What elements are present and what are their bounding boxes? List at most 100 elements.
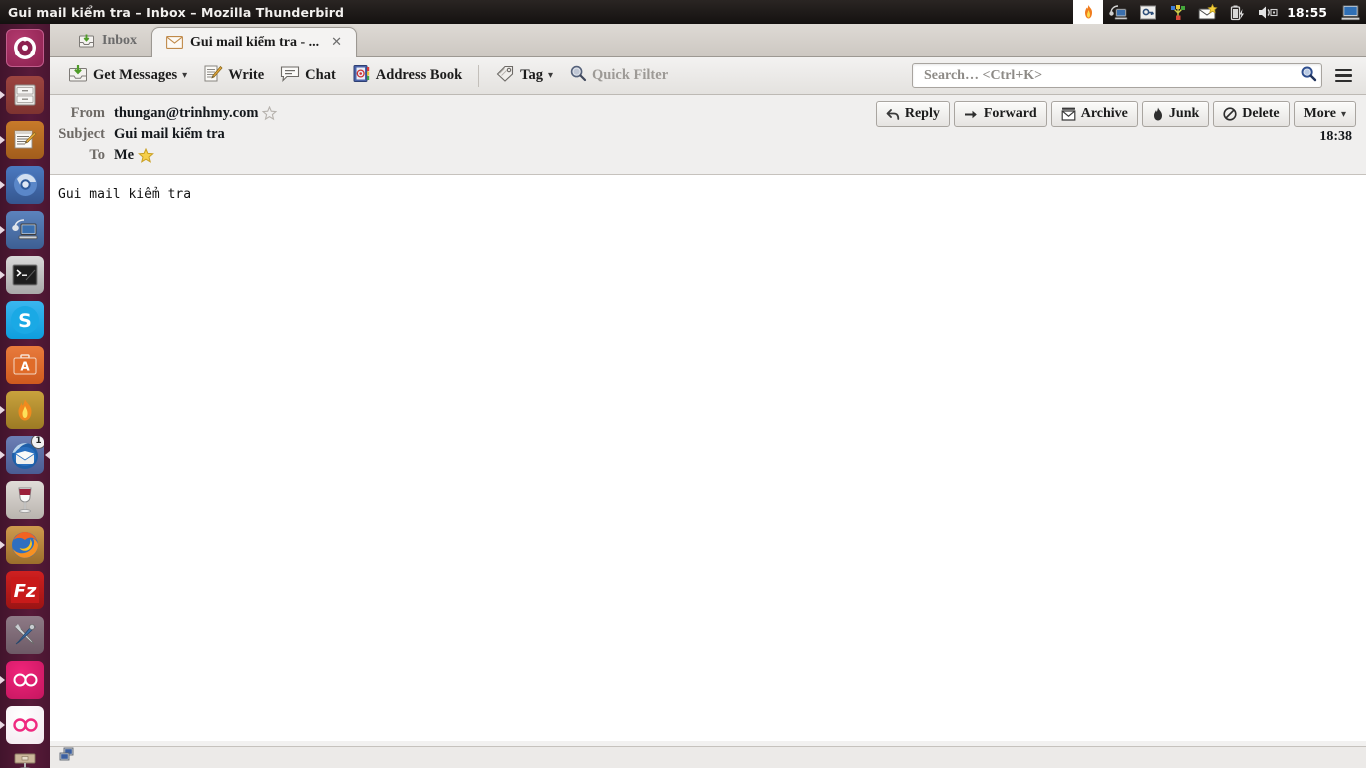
hamburger-line [1334, 68, 1352, 72]
launcher-item-terminal[interactable] [0, 252, 50, 297]
mail-notify-icon[interactable] [1193, 0, 1223, 24]
flame-junk-icon [1152, 107, 1164, 121]
get-messages-label: Get Messages [93, 67, 178, 83]
main-toolbar: Get Messages ▾ Write Chat Address Book T… [50, 57, 1366, 95]
search-input[interactable] [922, 66, 1300, 85]
battery-icon[interactable] [1223, 0, 1253, 24]
launcher-item-app-pink-two[interactable] [0, 702, 50, 747]
running-indicator [0, 90, 5, 99]
launcher-item-filezilla[interactable]: Fz [0, 567, 50, 612]
flame-icon[interactable] [1073, 0, 1104, 24]
quick-filter-button[interactable]: Quick Filter [561, 62, 676, 90]
to-value-wrap: Me [114, 147, 155, 164]
launcher-item-remote-desktop[interactable] [0, 207, 50, 252]
network-nodes-icon[interactable] [1163, 0, 1193, 24]
launcher-item-skype[interactable]: S [0, 297, 50, 342]
to-recipient[interactable]: Me [114, 147, 134, 164]
subject-label: Subject [58, 126, 105, 142]
tab-label: Inbox [102, 33, 138, 48]
junk-button[interactable]: Junk [1141, 101, 1210, 127]
forward-button[interactable]: Forward [953, 101, 1047, 127]
chat-icon [280, 65, 300, 87]
tab-inbox[interactable]: Inbox [64, 26, 151, 56]
launcher-item-text-editor[interactable] [0, 117, 50, 162]
remote-desktop-icon[interactable] [1103, 0, 1133, 24]
launcher-item-firefox-nightly[interactable] [0, 387, 50, 432]
launcher-item-chromium[interactable] [0, 162, 50, 207]
connection-status-icon[interactable] [58, 747, 76, 768]
reply-label: Reply [904, 106, 940, 121]
chevron-down-icon[interactable]: ▾ [548, 70, 553, 81]
tag-button[interactable]: Tag ▾ [487, 62, 561, 90]
forward-arrow-icon [964, 108, 979, 121]
hamburger-line [1334, 79, 1352, 83]
chat-button[interactable]: Chat [272, 62, 344, 90]
search-box[interactable] [912, 63, 1322, 88]
message-body-text: Gui mail kiểm tra [58, 187, 192, 202]
running-indicator [0, 720, 5, 729]
search-area [912, 61, 1358, 91]
launcher-item-app-pink-one[interactable] [0, 657, 50, 702]
reply-button[interactable]: Reply [875, 101, 950, 127]
message-header: From thungan@trinhmy.com Subject Gui mai… [50, 95, 1366, 175]
get-messages-icon [68, 64, 88, 88]
launcher-item-files[interactable] [0, 72, 50, 117]
launcher-item-system-tools[interactable] [0, 612, 50, 657]
launcher-item-firefox[interactable] [0, 522, 50, 567]
chevron-down-icon[interactable]: ▾ [182, 70, 187, 81]
write-button[interactable]: Write [195, 62, 272, 90]
focused-indicator [45, 450, 50, 459]
archive-label: Archive [1080, 106, 1128, 121]
volume-icon[interactable] [1253, 0, 1283, 24]
address-book-button[interactable]: Address Book [344, 62, 470, 90]
tag-icon [495, 64, 515, 87]
reply-arrow-icon [886, 108, 900, 121]
key-icon[interactable] [1133, 0, 1163, 24]
launcher-item-software-center[interactable]: A [0, 342, 50, 387]
chat-label: Chat [305, 67, 336, 83]
running-indicator [0, 675, 5, 684]
more-button[interactable]: More ▾ [1293, 101, 1356, 127]
launcher-item-wine[interactable] [0, 477, 50, 522]
archive-box-icon [1061, 107, 1076, 121]
inbox-icon [78, 33, 95, 49]
from-label: From [70, 105, 105, 121]
clock[interactable]: 18:55 [1283, 5, 1336, 20]
message-time: 18:38 [1319, 129, 1352, 144]
hamburger-line [1334, 74, 1352, 77]
launcher-item-ubuntu-dash[interactable] [0, 24, 50, 72]
get-messages-button[interactable]: Get Messages ▾ [60, 62, 195, 90]
toolbar-separator [478, 64, 480, 87]
header-row-subject: Subject Gui mail kiểm tra [50, 124, 1366, 145]
svg-text:A: A [20, 359, 30, 373]
tab-label: Gui mail kiểm tra - ... [190, 34, 320, 50]
tag-label: Tag [520, 67, 543, 83]
to-label: To [89, 147, 105, 163]
from-address[interactable]: thungan@trinhmy.com [114, 105, 258, 122]
running-indicator [0, 270, 5, 279]
svg-text:Fz: Fz [14, 581, 37, 602]
star-outline-icon[interactable] [262, 106, 278, 121]
tab-message[interactable]: Gui mail kiểm tra - ... ✕ [151, 27, 358, 57]
delete-button[interactable]: Delete [1213, 101, 1290, 127]
write-icon [203, 64, 223, 88]
write-label: Write [228, 67, 265, 83]
star-filled-icon[interactable] [138, 147, 155, 164]
address-book-icon [352, 64, 371, 88]
window-title: Gui mail kiểm tra – Inbox – Mozilla Thun… [8, 4, 345, 20]
archive-button[interactable]: Archive [1050, 101, 1138, 127]
quick-filter-label: Quick Filter [592, 67, 669, 83]
header-row-to: To Me [50, 145, 1366, 166]
close-icon[interactable]: ✕ [331, 36, 342, 49]
status-bar [50, 746, 1366, 768]
running-indicator [0, 405, 5, 414]
display-icon[interactable] [1336, 0, 1366, 24]
search-icon [569, 64, 587, 87]
svg-text:S: S [18, 310, 32, 332]
app-menu-button[interactable] [1328, 61, 1358, 91]
more-label: More [1303, 106, 1336, 121]
search-icon[interactable] [1300, 65, 1317, 87]
junk-label: Junk [1168, 106, 1200, 121]
launcher-item-trash[interactable] [0, 747, 50, 768]
launcher-item-thunderbird[interactable]: 1 [0, 432, 50, 477]
